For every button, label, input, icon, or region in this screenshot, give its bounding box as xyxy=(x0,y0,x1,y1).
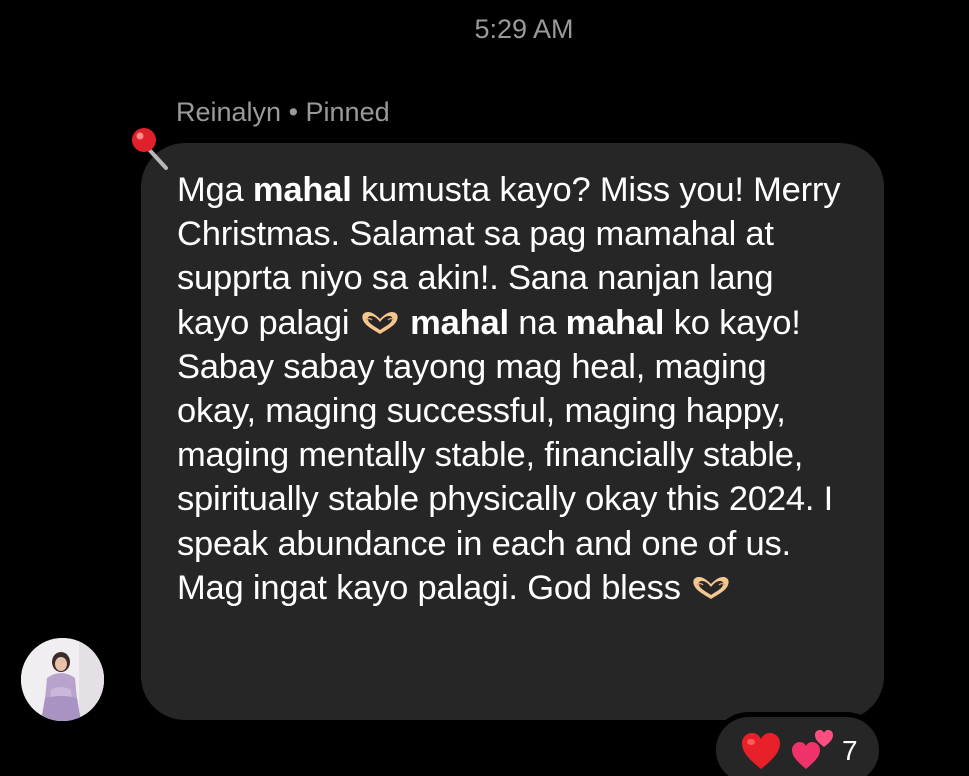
heart-hands-emoji xyxy=(693,576,729,599)
chat-screen: 5:29 AM Reinalyn • Pinned Mga mahal kumu… xyxy=(0,0,969,776)
reactions-pill[interactable]: 7 xyxy=(711,712,884,776)
heart-hands-emoji xyxy=(362,311,398,334)
message-text-part: ko kayo! Sabay sabay tayong mag heal, ma… xyxy=(177,303,834,607)
sender-avatar[interactable] xyxy=(21,638,104,721)
pinned-label: Pinned xyxy=(305,97,390,127)
reaction-count: 7 xyxy=(842,735,858,766)
sender-name[interactable]: Reinalyn xyxy=(176,97,281,127)
sender-separator: • xyxy=(281,97,306,127)
sender-line: Reinalyn • Pinned xyxy=(176,97,390,128)
message-text: Mga mahal kumusta kayo? Miss you! Merry … xyxy=(177,168,854,610)
message-bubble[interactable]: Mga mahal kumusta kayo? Miss you! Merry … xyxy=(141,143,884,720)
message-timestamp: 5:29 AM xyxy=(474,14,574,44)
message-bold-part: mahal xyxy=(252,171,352,209)
message-text-part: Mga xyxy=(177,171,253,209)
message-bold-part: mahal xyxy=(565,303,665,342)
two-hearts-emoji xyxy=(792,730,833,769)
avatar-image xyxy=(21,638,104,721)
message-text-part: na xyxy=(508,303,566,342)
pushpin-icon xyxy=(132,128,168,170)
message-bold-part: mahal xyxy=(410,303,509,342)
red-heart-emoji xyxy=(742,733,780,769)
